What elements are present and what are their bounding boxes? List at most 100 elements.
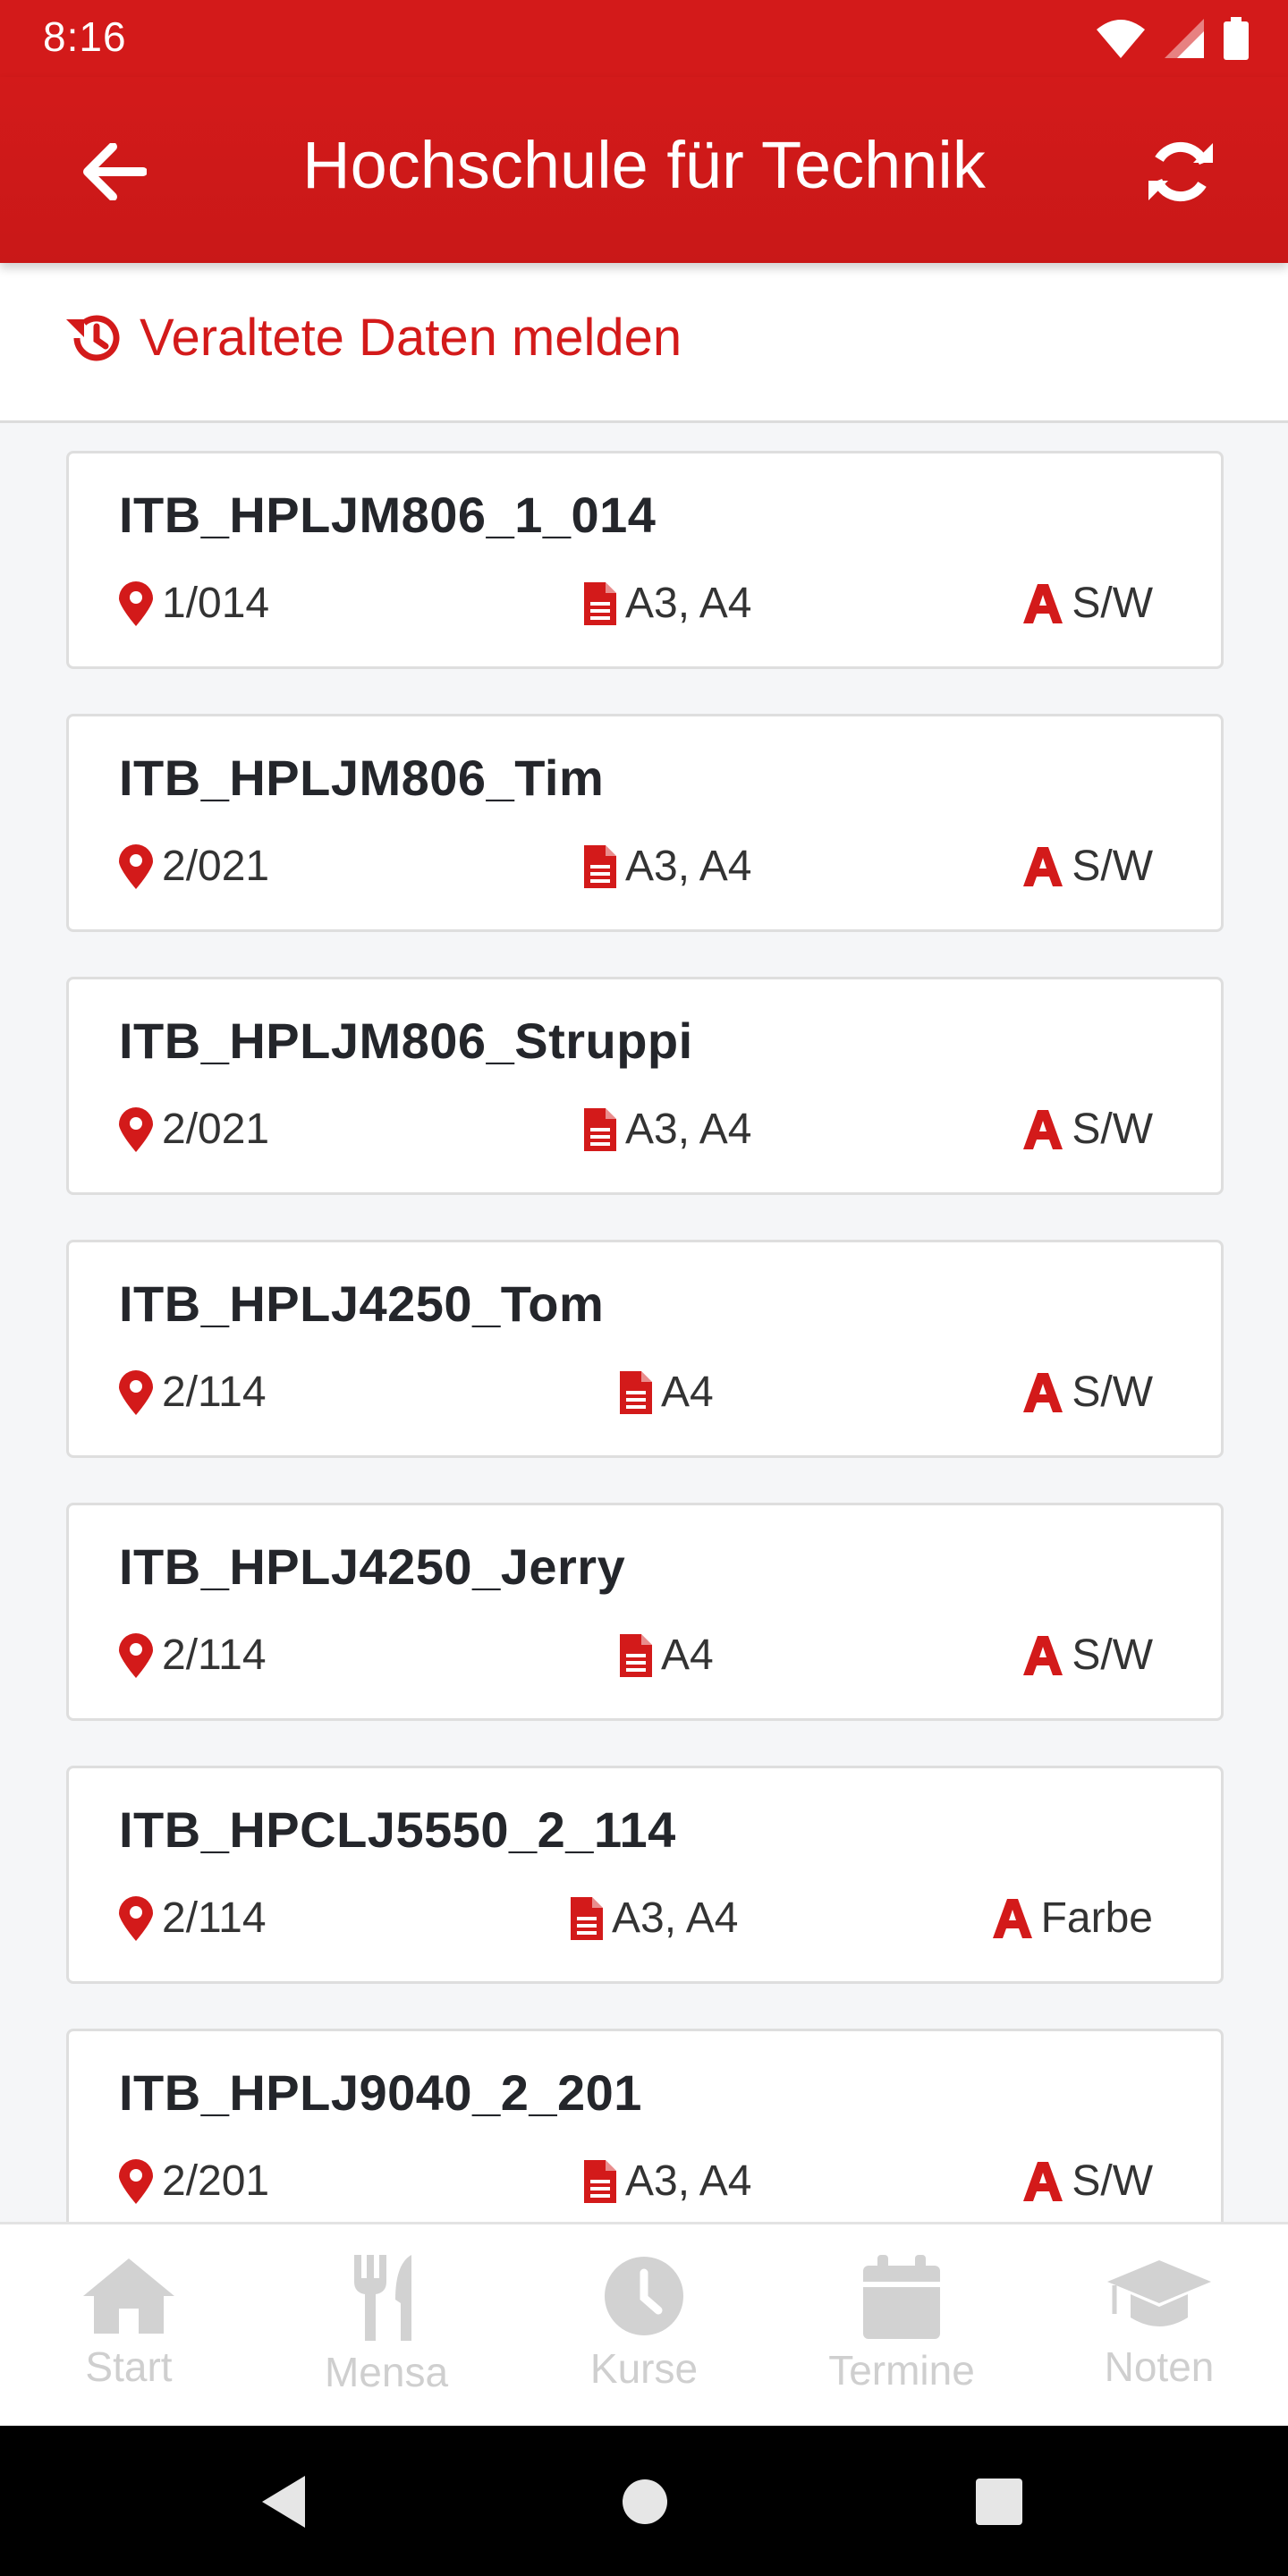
printer-formats: A3, A4 [571,1894,738,1943]
printer-location-value: 2/021 [162,843,270,890]
printer-meta-row: 1/014 A3, A4 S/W [119,579,1153,636]
printer-list: ITB_HPLJM806_1_014 1/014 A3, A4 S/W ITB_… [66,451,1224,2292]
printer-location: 2/021 [119,1105,269,1154]
printer-name: ITB_HPLJ9040_2_201 [119,2064,642,2121]
printer-formats-value: A3, A4 [612,1894,739,1942]
printer-location: 1/014 [119,579,269,628]
printer-location: 2/114 [119,1894,267,1943]
printer-color-value: S/W [1072,1631,1153,1679]
recents-square-icon [974,2477,1024,2527]
font-color-icon [1023,583,1063,623]
printer-color-mode: S/W [1023,1368,1153,1417]
nav-label: Termine [828,2347,975,2394]
nav-item-termine[interactable]: Termine [773,2224,1030,2428]
printer-meta-row: 2/021 A3, A4 S/W [119,842,1153,899]
document-icon [620,1633,652,1677]
printer-color-mode: Farbe [992,1894,1153,1943]
map-marker-icon [119,1106,153,1152]
font-color-icon [1023,846,1063,886]
document-icon [584,2159,616,2203]
bottom-nav: Start Mensa Kurse Termine Noten [0,2222,1288,2428]
printer-location-value: 2/114 [162,1631,267,1679]
printer-name: ITB_HPLJM806_Tim [119,750,605,806]
printer-color-mode: S/W [1023,1105,1153,1154]
home-icon [80,2255,178,2335]
map-marker-icon [119,580,153,626]
printer-color-value: S/W [1072,1106,1153,1153]
printer-card[interactable]: ITB_HPLJ4250_Tom 2/114 A4 S/W [66,1240,1224,1458]
printer-formats: A3, A4 [584,579,751,628]
document-icon [620,1370,652,1414]
printer-name: ITB_HPLJ4250_Tom [119,1275,605,1332]
printer-color-value: S/W [1072,2157,1153,2205]
nav-item-start[interactable]: Start [0,2224,258,2428]
home-circle-icon [620,2477,670,2527]
printer-formats: A4 [620,1368,714,1417]
printer-formats-value: A3, A4 [625,1106,752,1153]
printer-color-mode: S/W [1023,1631,1153,1680]
refresh-button[interactable] [1136,127,1225,216]
nav-label: Mensa [324,2349,449,2395]
printer-name: ITB_HPLJM806_1_014 [119,487,657,543]
printer-formats: A4 [620,1631,714,1680]
printer-formats-value: A4 [661,1631,714,1679]
printer-meta-row: 2/201 A3, A4 S/W [119,2157,1153,2214]
printer-location-value: 2/021 [162,1106,270,1153]
printer-card[interactable]: ITB_HPLJM806_1_014 1/014 A3, A4 S/W [66,451,1224,669]
system-nav-bar [0,2426,1288,2576]
printer-formats: A3, A4 [584,1105,751,1154]
printer-formats-value: A3, A4 [625,580,752,627]
printer-card[interactable]: ITB_HPCLJ5550_2_114 2/114 A3, A4 Farbe [66,1766,1224,1984]
printer-color-value: Farbe [1040,1894,1153,1942]
printer-location-value: 2/114 [162,1894,267,1942]
system-back-button[interactable] [252,2470,315,2533]
printer-name: ITB_HPCLJ5550_2_114 [119,1801,676,1858]
font-color-icon [1023,2161,1063,2201]
printer-card[interactable]: ITB_HPLJM806_Tim 2/021 A3, A4 S/W [66,714,1224,932]
signal-icon [1165,19,1204,58]
printer-card[interactable]: ITB_HPLJ9040_2_201 2/201 A3, A4 S/W [66,2029,1224,2247]
printer-name: ITB_HPLJM806_Struppi [119,1013,693,1069]
printer-formats-value: A3, A4 [625,843,752,890]
printer-color-value: S/W [1072,1368,1153,1416]
printer-location-value: 2/114 [162,1368,267,1416]
report-outdated-data-link[interactable]: Veraltete Daten melden [64,308,682,368]
printer-location: 2/021 [119,842,269,891]
cutlery-icon [349,2255,424,2341]
nav-label: Kurse [589,2345,699,2392]
page-title: Hochschule für Technik [302,128,986,202]
font-color-icon [1023,1372,1063,1412]
system-recents-button[interactable] [968,2470,1030,2533]
map-marker-icon [119,1632,153,1678]
printer-color-mode: S/W [1023,842,1153,891]
printer-card[interactable]: ITB_HPLJM806_Struppi 2/021 A3, A4 S/W [66,977,1224,1195]
document-icon [584,1107,616,1151]
refresh-icon [1145,136,1216,208]
printer-location: 2/201 [119,2157,269,2206]
printer-meta-row: 2/021 A3, A4 S/W [119,1105,1153,1162]
printer-card[interactable]: ITB_HPLJ4250_Jerry 2/114 A4 S/W [66,1503,1224,1721]
back-button[interactable] [72,129,157,215]
map-marker-icon [119,843,153,889]
document-icon [571,1896,603,1940]
printer-name: ITB_HPLJ4250_Jerry [119,1538,626,1595]
printer-formats-value: A4 [661,1368,714,1416]
printer-meta-row: 2/114 A4 S/W [119,1631,1153,1688]
printer-location: 2/114 [119,1631,267,1680]
printer-location-value: 2/201 [162,2157,270,2205]
screen: 8:16 Hochschule für Technik Veraltete Da… [0,0,1288,2576]
nav-item-noten[interactable]: Noten [1030,2224,1288,2428]
clock-icon [603,2255,685,2337]
document-icon [584,844,616,888]
history-icon [64,310,123,366]
calendar-icon [863,2255,940,2339]
printer-formats: A3, A4 [584,2157,751,2206]
map-marker-icon [119,1369,153,1415]
system-home-button[interactable] [614,2470,676,2533]
document-icon [584,581,616,625]
nav-label: Start [85,2343,173,2390]
nav-item-kurse[interactable]: Kurse [515,2224,773,2428]
nav-item-mensa[interactable]: Mensa [258,2224,515,2428]
nav-label: Noten [1104,2343,1215,2390]
printer-color-value: S/W [1072,843,1153,890]
